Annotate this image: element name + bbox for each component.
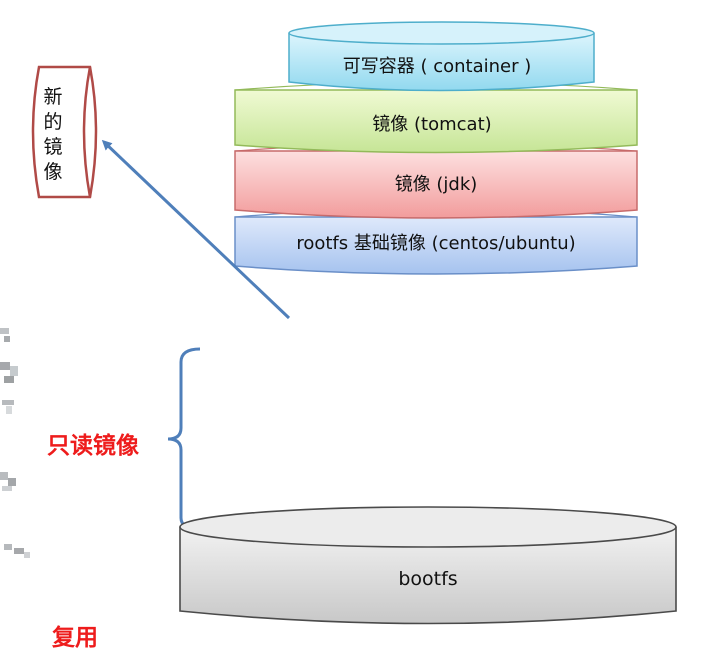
bootfs-label: bootfs	[398, 568, 457, 590]
layer-jdk: 镜像 (jdk)	[234, 142, 638, 219]
reuse-label: 复用	[51, 625, 98, 651]
layer-container-label: 可写容器 ( container )	[343, 56, 532, 77]
layer-tomcat: 镜像 (tomcat)	[234, 81, 638, 154]
layer-rootfs-label: rootfs 基础镜像 (centos/ubuntu)	[296, 233, 575, 254]
readonly-label: 只读镜像	[47, 432, 140, 459]
bootfs-cylinder: bootfs	[179, 506, 677, 625]
new-image-char-2: 的	[43, 111, 62, 133]
readonly-brace	[167, 347, 201, 531]
layer-jdk-label: 镜像 (jdk)	[395, 174, 478, 195]
new-image-char-3: 镜	[43, 136, 62, 158]
new-image-char-1: 新	[43, 86, 62, 108]
layer-tomcat-label: 镜像 (tomcat)	[372, 114, 491, 135]
docker-layer-diagram: rootfs 基础镜像 (centos/ubuntu) 镜像 (jdk) 镜像 …	[0, 0, 715, 661]
layer-container: 可写容器 ( container )	[288, 21, 595, 92]
new-image-char-4: 像	[43, 161, 62, 183]
new-image-cylinder: 新 的 镜 像	[31, 65, 98, 199]
diagram-canvas: rootfs 基础镜像 (centos/ubuntu) 镜像 (jdk) 镜像 …	[31, 21, 677, 651]
